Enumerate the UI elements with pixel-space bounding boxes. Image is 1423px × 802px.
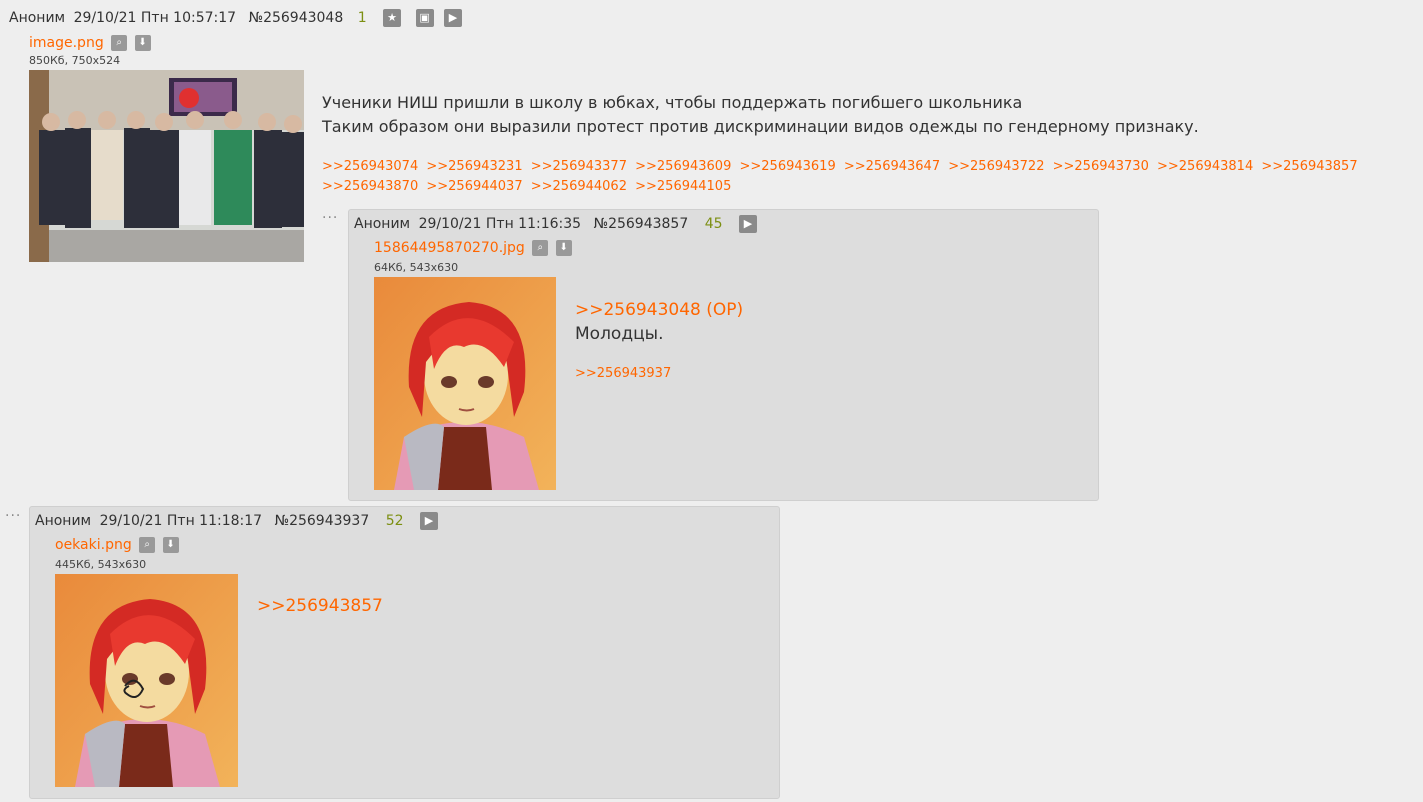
reply-link[interactable]: >>256943647: [844, 159, 940, 174]
op-post-number[interactable]: №256943048: [249, 10, 344, 26]
reply2-reply-count: 52: [385, 513, 404, 529]
more-dots-icon[interactable]: ···: [5, 508, 21, 524]
op-file-name[interactable]: image.png: [29, 35, 104, 51]
op-text-line2: Таким образом они выразили протест проти…: [322, 117, 1199, 136]
op-header: Аноним 29/10/21 Птн 10:57:17 №256943048 …: [9, 9, 462, 27]
anime-girl-oekaki-image: [55, 574, 238, 787]
reply1-reply-count: 45: [704, 216, 723, 232]
reply-link[interactable]: >>256943730: [1053, 159, 1149, 174]
download-icon[interactable]: ⬇: [134, 35, 151, 51]
op-image[interactable]: [29, 70, 304, 262]
reply-link[interactable]: >>256943609: [635, 159, 731, 174]
reply2-image[interactable]: [55, 574, 238, 787]
op-text-line1: Ученики НИШ пришли в школу в юбках, чтоб…: [322, 93, 1023, 112]
reply-link[interactable]: >>256943870: [322, 179, 418, 194]
play-icon[interactable]: ▶: [419, 512, 438, 530]
reply-link[interactable]: >>256943377: [531, 159, 627, 174]
star-icon[interactable]: ★: [383, 9, 402, 27]
group-photo-image: [29, 70, 304, 262]
reply-link[interactable]: >>256943857: [1261, 159, 1357, 174]
reply2-author: Аноним: [35, 513, 92, 529]
reply2-file-meta: 445Кб, 543x630: [55, 558, 147, 571]
reply-link[interactable]: >>256943074: [322, 159, 418, 174]
reply2-post-number[interactable]: №256943937: [275, 513, 370, 529]
reply1-backlink[interactable]: >>256943937: [575, 366, 671, 381]
reply1-file-line: 15864495870270.jpg ⌕ ⬇: [374, 240, 572, 256]
expand-icon[interactable]: ▣: [415, 9, 434, 27]
reply2-file-line: oekaki.png ⌕ ⬇: [55, 537, 179, 553]
reply1-image[interactable]: [374, 277, 556, 490]
op-text: Ученики НИШ пришли в школу в юбках, чтоб…: [322, 91, 1412, 139]
reply-link[interactable]: >>256943231: [426, 159, 522, 174]
reply1-body: >>256943048 (OP) Молодцы.: [575, 298, 743, 346]
play-icon[interactable]: ▶: [443, 9, 462, 27]
reply1-author: Аноним: [354, 216, 411, 232]
op-file-meta: 850Кб, 750x524: [29, 54, 121, 67]
reply2-datetime: 29/10/21 Птн 11:18:17: [99, 513, 263, 529]
op-author: Аноним: [9, 10, 66, 26]
reply1-file-meta: 64Кб, 543x630: [374, 261, 459, 274]
play-icon[interactable]: ▶: [738, 215, 757, 233]
reply1-quote-link[interactable]: >>256943048 (OP): [575, 298, 743, 322]
search-icon[interactable]: ⌕: [139, 537, 156, 553]
reply1-file-name[interactable]: 15864495870270.jpg: [374, 240, 525, 256]
op-reply-count: 1: [357, 10, 367, 26]
reply2-quote-link[interactable]: >>256943857: [257, 596, 383, 616]
reply1-header: Аноним 29/10/21 Птн 11:16:35 №256943857 …: [354, 215, 757, 233]
reply-link[interactable]: >>256944105: [635, 179, 731, 194]
anime-girl-image: [374, 277, 556, 490]
reply-link[interactable]: >>256943722: [948, 159, 1044, 174]
download-icon[interactable]: ⬇: [555, 240, 572, 256]
reply-link[interactable]: >>256944037: [426, 179, 522, 194]
op-file-line: image.png ⌕ ⬇: [29, 35, 151, 51]
search-icon[interactable]: ⌕: [532, 240, 549, 256]
more-dots-icon[interactable]: ···: [322, 210, 338, 226]
reply2-file-name[interactable]: oekaki.png: [55, 537, 132, 553]
op-datetime: 29/10/21 Птн 10:57:17: [73, 10, 237, 26]
reply2-header: Аноним 29/10/21 Птн 11:18:17 №256943937 …: [35, 512, 438, 530]
search-icon[interactable]: ⌕: [111, 35, 128, 51]
download-icon[interactable]: ⬇: [162, 537, 179, 553]
reply-link[interactable]: >>256944062: [531, 179, 627, 194]
reply1-post-number[interactable]: №256943857: [594, 216, 689, 232]
reply-link[interactable]: >>256943619: [740, 159, 836, 174]
reply-link[interactable]: >>256943814: [1157, 159, 1253, 174]
op-replies-list: >>256943074 >>256943231 >>256943377 >>25…: [322, 157, 1422, 197]
reply1-text: Молодцы.: [575, 324, 664, 344]
reply1-datetime: 29/10/21 Птн 11:16:35: [418, 216, 582, 232]
